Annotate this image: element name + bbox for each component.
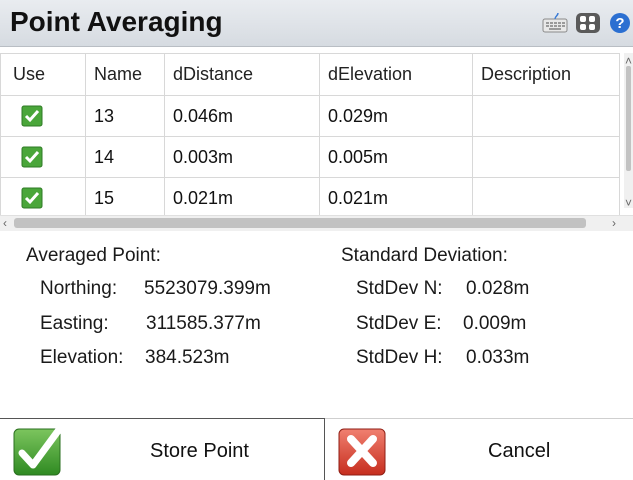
cancel-button[interactable]: Cancel — [325, 418, 633, 480]
stddev-h-label: StdDev H: — [356, 347, 443, 368]
ddistance-cell: 0.046m — [164, 95, 320, 137]
description-cell — [472, 136, 620, 178]
stddev-e-value: 0.009m — [463, 313, 527, 334]
svg-text:?: ? — [615, 15, 624, 32]
stddev-n-label: StdDev N: — [356, 278, 443, 299]
column-header-delevation[interactable]: dElevation — [319, 53, 473, 96]
x-cancel-icon — [338, 428, 386, 476]
scroll-right-arrow-icon[interactable]: › — [612, 216, 616, 230]
averaged-point-heading: Averaged Point: — [26, 245, 161, 266]
column-header-ddistance[interactable]: dDistance — [164, 53, 320, 96]
store-point-label: Store Point — [150, 440, 249, 462]
table-row[interactable]: 13 0.046m 0.029m — [0, 95, 620, 137]
elevation-value: 384.523m — [145, 347, 230, 368]
name-cell: 14 — [85, 136, 165, 178]
table-header-row: Use Name dDistance dElevation Descriptio… — [0, 53, 620, 96]
delevation-cell: 0.021m — [319, 177, 473, 219]
column-header-description[interactable]: Description — [472, 53, 620, 96]
points-table[interactable]: Use Name dDistance dElevation Descriptio… — [0, 53, 633, 231]
page-title: Point Averaging — [10, 6, 223, 37]
use-cell[interactable] — [0, 95, 86, 137]
table-row[interactable]: 15 0.021m 0.021m — [0, 177, 620, 219]
stddev-e-label: StdDev E: — [356, 313, 442, 334]
northing-value: 5523079.399m — [144, 278, 271, 299]
delevation-cell: 0.029m — [319, 95, 473, 137]
name-cell: 15 — [85, 177, 165, 219]
ddistance-cell: 0.021m — [164, 177, 320, 219]
results-panel: Averaged Point: Northing: 5523079.399m E… — [0, 231, 633, 418]
name-cell: 13 — [85, 95, 165, 137]
table-row[interactable]: 14 0.003m 0.005m — [0, 136, 620, 178]
checkmark-icon — [13, 427, 62, 476]
checked-checkbox-icon[interactable] — [21, 146, 43, 168]
grid-menu-icon[interactable] — [575, 12, 601, 34]
delevation-cell: 0.005m — [319, 136, 473, 178]
scroll-up-arrow-icon[interactable]: ˄ — [625, 54, 632, 68]
column-header-use[interactable]: Use — [0, 53, 86, 96]
elevation-label: Elevation: — [40, 347, 124, 368]
checked-checkbox-icon[interactable] — [21, 187, 43, 209]
checked-checkbox-icon[interactable] — [21, 105, 43, 127]
keyboard-icon[interactable] — [542, 12, 568, 34]
description-cell — [472, 177, 620, 219]
scroll-left-arrow-icon[interactable]: ‹ — [3, 216, 7, 230]
description-cell — [472, 95, 620, 137]
scroll-down-arrow-icon[interactable]: ˅ — [625, 196, 632, 210]
help-icon[interactable]: ? — [607, 12, 633, 34]
column-header-name[interactable]: Name — [85, 53, 165, 96]
stddev-h-value: 0.033m — [466, 347, 530, 368]
easting-value: 311585.377m — [146, 313, 261, 334]
use-cell[interactable] — [0, 177, 86, 219]
horizontal-scroll-thumb[interactable] — [14, 218, 586, 228]
easting-label: Easting: — [40, 313, 109, 334]
ddistance-cell: 0.003m — [164, 136, 320, 178]
northing-label: Northing: — [40, 278, 118, 299]
vertical-scroll-thumb[interactable] — [626, 66, 631, 171]
standard-deviation-heading: Standard Deviation: — [341, 245, 508, 266]
cancel-label: Cancel — [488, 440, 551, 462]
stddev-n-value: 0.028m — [466, 278, 530, 299]
use-cell[interactable] — [0, 136, 86, 178]
store-point-button[interactable]: Store Point — [0, 418, 325, 480]
title-bar: Point Averaging ? — [0, 0, 633, 47]
